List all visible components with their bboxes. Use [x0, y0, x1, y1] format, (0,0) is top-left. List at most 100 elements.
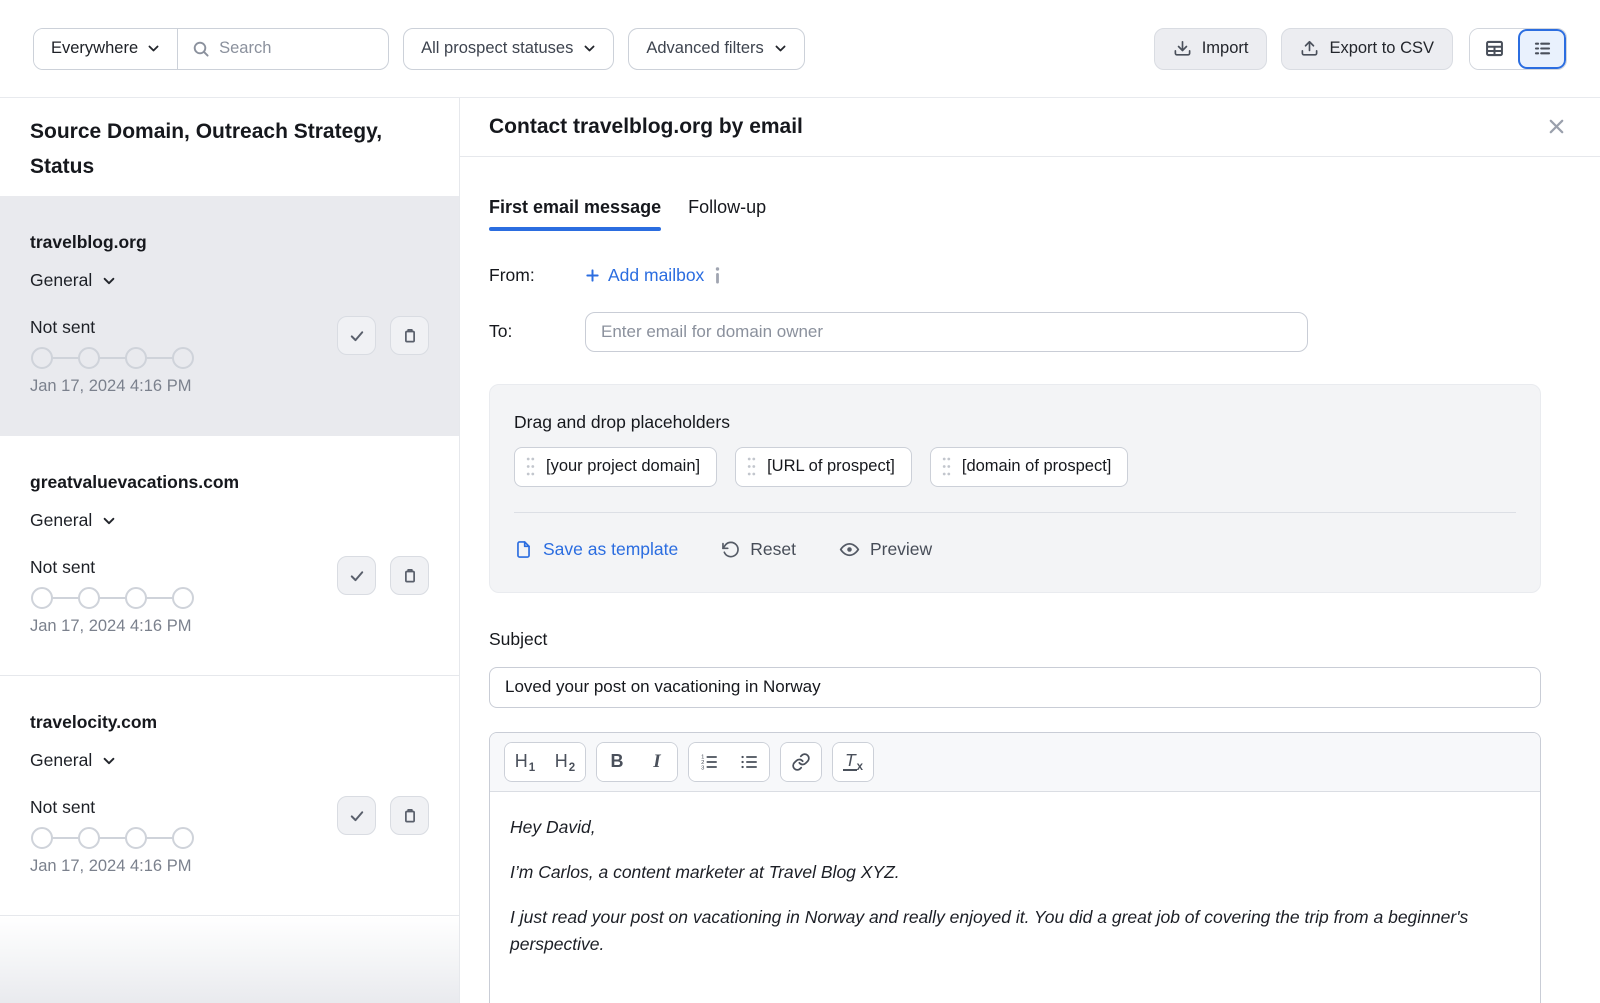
tab-first-email-message[interactable]: First email message — [489, 197, 661, 231]
chevron-down-icon — [147, 42, 160, 55]
delete-prospect-button[interactable] — [390, 796, 429, 835]
advanced-filters-dropdown[interactable]: Advanced filters — [628, 28, 804, 70]
clear-formatting-button[interactable]: Tx — [833, 743, 873, 781]
prospect-item-travelblog[interactable]: travelblog.org General Not sent Jan 17, … — [0, 196, 459, 436]
chip-url-of-prospect[interactable]: [URL of prospect] — [735, 447, 912, 487]
strategy-label: General — [30, 270, 92, 291]
save-as-template-button[interactable]: Save as template — [514, 539, 678, 560]
download-icon — [1173, 39, 1192, 58]
list-group: 123 — [688, 742, 770, 782]
import-button[interactable]: Import — [1154, 28, 1268, 70]
placeholders-title: Drag and drop placeholders — [514, 412, 1516, 433]
heading-group: H1 H2 — [504, 742, 586, 782]
check-icon — [348, 327, 366, 345]
email-body-editor: H1 H2 B I — [489, 732, 1541, 1003]
export-to-csv-button[interactable]: Export to CSV — [1281, 28, 1453, 70]
placeholder-chips: [your project domain] [URL of prospect] — [514, 447, 1516, 487]
svg-text:3: 3 — [701, 765, 704, 771]
add-mailbox-link[interactable]: Add mailbox — [585, 265, 704, 286]
bold-button[interactable]: B — [597, 743, 637, 781]
email-tabs: First email message Follow-up — [489, 197, 1541, 231]
ordered-list-button[interactable]: 123 — [689, 743, 729, 781]
email-paragraph: I’m Carlos, a content marketer at Travel… — [510, 859, 1520, 886]
email-body-textarea[interactable]: Hey David, I’m Carlos, a content markete… — [490, 792, 1540, 999]
top-toolbar: Everywhere All prospect statuses Advance… — [0, 0, 1600, 98]
search-combo: Everywhere — [33, 28, 389, 70]
chip-label: [domain of prospect] — [962, 457, 1112, 476]
prospect-date: Jan 17, 2024 4:16 PM — [30, 617, 429, 636]
delete-prospect-button[interactable] — [390, 316, 429, 355]
drag-handle-icon — [747, 456, 756, 477]
mark-done-button[interactable] — [337, 796, 376, 835]
file-icon — [514, 540, 533, 559]
insert-link-button[interactable] — [781, 743, 821, 781]
prospect-domain: greatvaluevacations.com — [30, 466, 429, 493]
strategy-label: General — [30, 750, 92, 771]
outreach-strategy-dropdown[interactable]: General — [30, 750, 429, 771]
contact-panel: Contact travelblog.org by email First em… — [460, 98, 1600, 1003]
outreach-strategy-dropdown[interactable]: General — [30, 270, 429, 291]
contact-panel-header: Contact travelblog.org by email — [460, 98, 1600, 157]
add-mailbox-label: Add mailbox — [608, 265, 704, 286]
italic-button[interactable]: I — [637, 743, 677, 781]
save-as-template-label: Save as template — [543, 539, 678, 560]
to-email-input[interactable] — [585, 312, 1308, 352]
chip-label: [your project domain] — [546, 457, 700, 476]
sidebar-footer-fade — [0, 916, 459, 1003]
check-icon — [348, 807, 366, 825]
subject-input[interactable] — [489, 667, 1541, 708]
chip-domain-of-prospect[interactable]: [domain of prospect] — [930, 447, 1129, 487]
status-stepper — [30, 586, 196, 610]
active-tab-underline — [489, 227, 661, 231]
chip-your-project-domain[interactable]: [your project domain] — [514, 447, 717, 487]
prospect-domain: travelblog.org — [30, 226, 429, 253]
bold-icon: B — [611, 751, 624, 772]
search-scope-label: Everywhere — [51, 39, 138, 58]
mark-done-button[interactable] — [337, 316, 376, 355]
undo-icon — [721, 540, 740, 559]
preview-label: Preview — [870, 539, 932, 560]
heading2-button[interactable]: H2 — [545, 743, 585, 781]
list-view-button[interactable] — [1518, 29, 1566, 69]
to-label: To: — [489, 321, 585, 342]
delete-prospect-button[interactable] — [390, 556, 429, 595]
editor-toolbar: H1 H2 B I — [490, 733, 1540, 792]
close-panel-button[interactable] — [1543, 113, 1570, 140]
format-group: B I — [596, 742, 678, 782]
chevron-down-icon — [583, 42, 596, 55]
placeholders-box: Drag and drop placeholders [your project… — [489, 384, 1541, 593]
search-scope-dropdown[interactable]: Everywhere — [34, 29, 178, 69]
link-building-outreach-app: Everywhere All prospect statuses Advance… — [0, 0, 1600, 1003]
search-icon — [192, 40, 210, 58]
import-label: Import — [1202, 39, 1249, 58]
prospect-status-filter-dropdown[interactable]: All prospect statuses — [403, 28, 614, 70]
mark-done-button[interactable] — [337, 556, 376, 595]
check-icon — [348, 567, 366, 585]
link-icon — [791, 752, 811, 772]
prospect-item-travelocity[interactable]: travelocity.com General Not sent Jan 17,… — [0, 676, 459, 916]
drag-handle-icon — [526, 456, 535, 477]
preview-button[interactable]: Preview — [839, 539, 932, 560]
link-group — [780, 742, 822, 782]
table-view-button[interactable] — [1470, 29, 1518, 69]
reset-button[interactable]: Reset — [721, 539, 796, 560]
heading1-button[interactable]: H1 — [505, 743, 545, 781]
eye-icon — [839, 539, 860, 560]
view-toggle — [1469, 28, 1567, 70]
tab-follow-up[interactable]: Follow-up — [688, 197, 766, 231]
search-input[interactable] — [219, 39, 374, 58]
h1-icon: H — [515, 751, 528, 772]
tab-label: Follow-up — [688, 197, 766, 217]
h2-icon: H — [555, 751, 568, 772]
from-row: From: Add mailbox — [489, 265, 1541, 286]
outreach-strategy-dropdown[interactable]: General — [30, 510, 429, 531]
bullet-list-button[interactable] — [729, 743, 769, 781]
prospect-item-greatvaluevacations[interactable]: greatvaluevacations.com General Not sent… — [0, 436, 459, 676]
from-label: From: — [489, 265, 585, 286]
info-icon[interactable] — [714, 267, 721, 284]
h1-sub: 1 — [529, 762, 535, 774]
prospect-actions — [337, 556, 429, 595]
chevron-down-icon — [102, 274, 116, 288]
prospect-date: Jan 17, 2024 4:16 PM — [30, 377, 429, 396]
plus-icon — [585, 268, 600, 283]
